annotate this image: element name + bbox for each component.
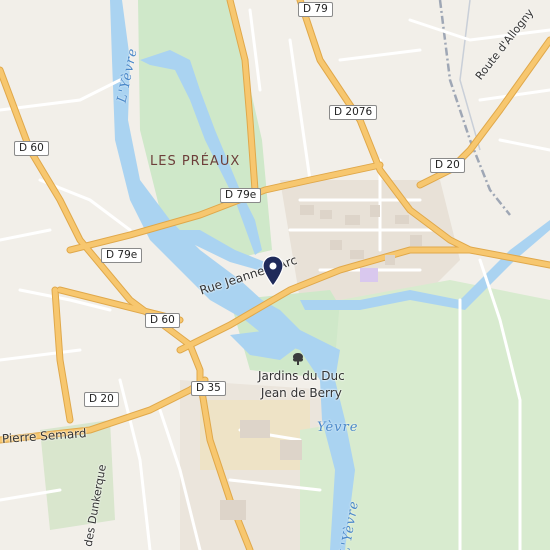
road-shield-d35: D 35 [191, 381, 226, 396]
road-shield-d20-left: D 20 [84, 392, 119, 407]
road-shield-d79e-left: D 79e [101, 248, 143, 263]
poi-label-jardins[interactable]: Jardins du Duc Jean de Berry [258, 368, 345, 402]
road-shield-d79: D 79 [298, 2, 333, 17]
tree-icon[interactable] [291, 352, 305, 366]
place-label-les-preaux: LES PRÉAUX [150, 154, 241, 169]
map-canvas[interactable]: LES PRÉAUX D 79 D 2076 D 60 D 79e D 20 D… [0, 0, 550, 550]
poi-label-line2: Jean de Berry [260, 386, 342, 400]
poi-label-line1: Jardins du Duc [258, 369, 345, 383]
road-shield-d79e-mid: D 79e [220, 188, 262, 203]
location-pin-icon[interactable] [262, 255, 284, 287]
road-shield-d2076: D 2076 [329, 105, 378, 120]
road-shield-d20-right: D 20 [430, 158, 465, 173]
road-shield-d60-mid: D 60 [145, 313, 180, 328]
water-label-yevre-center: Yèvre [317, 420, 359, 435]
road-shield-d60-top: D 60 [14, 141, 49, 156]
